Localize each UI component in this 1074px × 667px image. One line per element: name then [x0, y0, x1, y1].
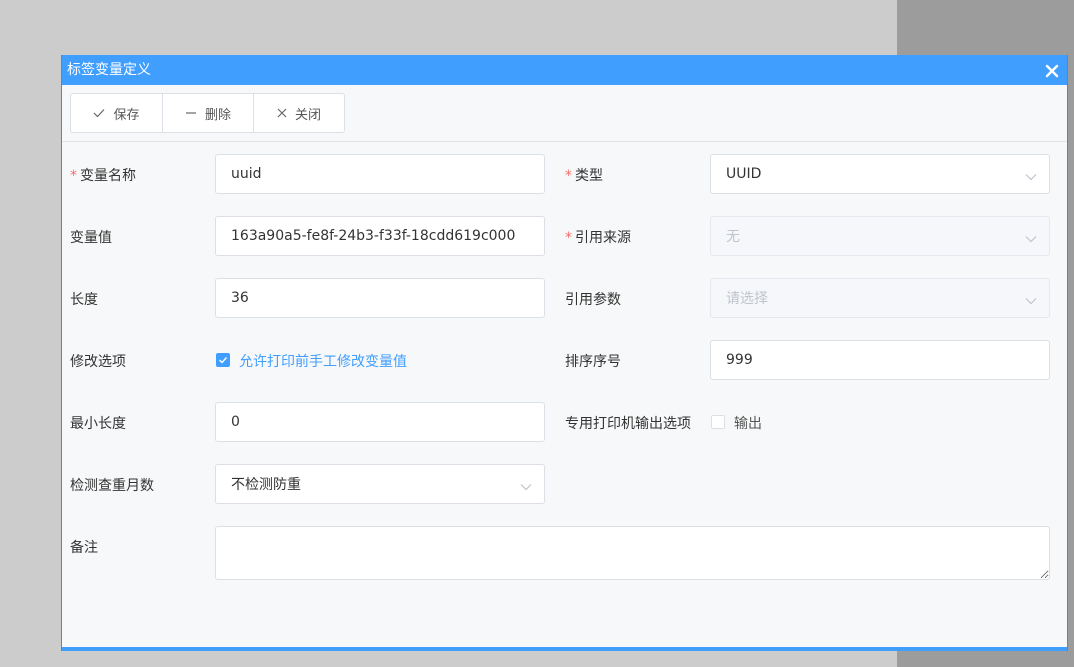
ref-param-label: 引用参数 — [565, 292, 621, 308]
chevron-down-icon — [1025, 169, 1037, 185]
sort-no-label: 排序序号 — [565, 354, 621, 370]
remark-textarea[interactable] — [215, 526, 1050, 580]
dialog-bottom-border — [62, 647, 1067, 651]
minus-icon — [185, 108, 197, 118]
variable-definition-dialog: 标签变量定义 保存 删除 关闭 * 变量名称 uuid * 类型 UUID 变量… — [61, 55, 1068, 651]
close-icon[interactable] — [1043, 61, 1061, 79]
length-label: 长度 — [70, 292, 98, 308]
var-name-input[interactable]: uuid — [215, 154, 545, 194]
dup-months-label: 检测查重月数 — [70, 478, 154, 494]
var-value-input[interactable]: 163a90a5-fe8f-24b3-f33f-18cdd619c000 — [215, 216, 545, 256]
toolbar: 保存 删除 关闭 — [70, 93, 345, 133]
var-name-label: * 变量名称 — [70, 168, 136, 184]
delete-button[interactable]: 删除 — [162, 94, 253, 132]
close-button[interactable]: 关闭 — [253, 94, 344, 132]
check-icon — [93, 108, 105, 118]
delete-button-label: 删除 — [204, 107, 231, 123]
printer-output-label: 专用打印机输出选项 — [565, 416, 691, 432]
chevron-down-icon — [1025, 293, 1037, 309]
save-button[interactable]: 保存 — [71, 94, 162, 132]
printer-output-checkbox[interactable] — [711, 415, 725, 429]
min-length-label: 最小长度 — [70, 416, 126, 432]
chevron-down-icon — [520, 479, 532, 495]
min-length-input[interactable]: 0 — [215, 402, 545, 442]
dup-months-select[interactable]: 不检测防重 — [215, 464, 545, 504]
ref-param-select: 请选择 — [710, 278, 1050, 318]
modify-option-label: 修改选项 — [70, 354, 126, 370]
dialog-title: 标签变量定义 — [67, 62, 151, 78]
save-button-label: 保存 — [113, 107, 140, 123]
var-value-label: 变量值 — [70, 230, 112, 246]
remark-label: 备注 — [70, 540, 98, 556]
ref-source-select: 无 — [710, 216, 1050, 256]
close-x-icon — [277, 108, 287, 118]
toolbar-divider — [62, 141, 1067, 142]
sort-no-input[interactable]: 999 — [710, 340, 1050, 380]
modify-option-checkbox[interactable] — [216, 353, 230, 367]
type-label: * 类型 — [565, 168, 603, 184]
type-select[interactable]: UUID — [710, 154, 1050, 194]
printer-output-checkbox-label[interactable]: 输出 — [734, 413, 762, 433]
ref-source-label: * 引用来源 — [565, 230, 631, 246]
modify-option-checkbox-label[interactable]: 允许打印前手工修改变量值 — [239, 351, 407, 371]
dialog-titlebar: 标签变量定义 — [62, 55, 1067, 85]
length-input[interactable]: 36 — [215, 278, 545, 318]
chevron-down-icon — [1025, 231, 1037, 247]
close-button-label: 关闭 — [294, 107, 321, 123]
